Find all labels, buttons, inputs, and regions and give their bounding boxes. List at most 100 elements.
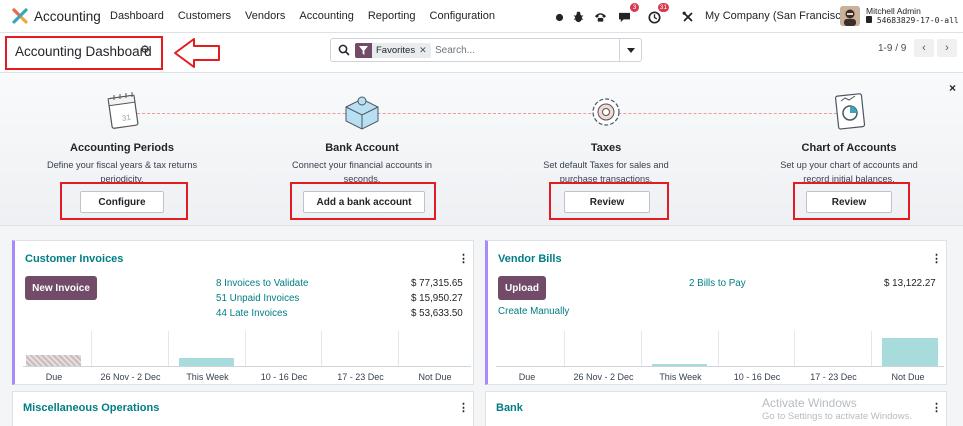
user-avatar[interactable]	[840, 6, 860, 26]
menu-item-reporting[interactable]: Reporting	[368, 10, 416, 22]
menu-item-customers[interactable]: Customers	[178, 10, 231, 22]
graph-label: 26 Nov - 2 Dec	[573, 372, 634, 382]
graph-label: Due	[45, 372, 63, 382]
status-dot-icon[interactable]	[553, 8, 565, 26]
tools-icon[interactable]	[680, 8, 696, 26]
user-name[interactable]: Mitchell Admin	[866, 6, 921, 16]
graph-column	[795, 331, 872, 366]
windows-watermark-title: Activate Windows	[762, 396, 857, 410]
onboarding-panel: × 31 Accounting Periods Define your fisc…	[0, 73, 963, 226]
search-facet-favorites[interactable]: Favorites ✕	[355, 43, 431, 58]
chevron-right-icon: ›	[945, 42, 949, 54]
accounting-app-icon[interactable]	[12, 8, 28, 24]
pager-value[interactable]: 1-9 / 9	[878, 43, 906, 54]
pager-next-button[interactable]: ›	[937, 39, 957, 57]
graph-bar-this-week	[652, 364, 707, 366]
close-onboarding-icon[interactable]: ×	[949, 81, 956, 95]
chart-of-accounts-illustration-icon	[834, 93, 866, 130]
pager-previous-button[interactable]: ‹	[914, 39, 934, 57]
bug-icon[interactable]	[571, 8, 585, 26]
customer-invoices-title[interactable]: Customer Invoices	[25, 253, 123, 265]
chevron-left-icon: ‹	[922, 42, 926, 54]
messages-badge: 3	[630, 3, 639, 12]
windows-watermark-subtitle: Go to Settings to activate Windows.	[762, 411, 912, 422]
step-title: Accounting Periods	[70, 142, 174, 154]
bills-to-pay-amount: $ 13,122.27	[884, 278, 936, 289]
menu-item-configuration[interactable]: Configuration	[430, 10, 495, 22]
search-bar: Favorites ✕	[330, 38, 642, 62]
chart-of-accounts-review-button[interactable]: Review	[806, 191, 892, 213]
activities-clock-icon[interactable]: 31	[646, 3, 669, 26]
misc-operations-title[interactable]: Miscellaneous Operations	[23, 402, 159, 414]
invoices-to-validate-link[interactable]: 8 Invoices to Validate	[216, 278, 308, 289]
graph-label: 17 - 23 Dec	[337, 372, 384, 382]
app-name[interactable]: Accounting	[34, 9, 101, 24]
menu-item-dashboard[interactable]: Dashboard	[110, 10, 164, 22]
invoices-to-validate-amount: $ 77,315.65	[411, 278, 463, 289]
step-title: Bank Account	[325, 142, 399, 154]
upload-button[interactable]: Upload	[498, 276, 546, 300]
customer-invoices-graph[interactable]	[23, 331, 471, 367]
graph-bar-this-week	[179, 358, 234, 366]
late-invoices-link[interactable]: 44 Late Invoices	[216, 308, 287, 319]
graph-column	[92, 331, 169, 366]
graph-label: 17 - 23 Dec	[810, 372, 857, 382]
new-invoice-button[interactable]: New Invoice	[25, 276, 97, 300]
create-manually-link[interactable]: Create Manually	[498, 306, 569, 317]
database-icon	[866, 16, 872, 23]
card-options-kebab-icon[interactable]: ⋮	[931, 401, 942, 414]
unpaid-invoices-link[interactable]: 51 Unpaid Invoices	[216, 293, 299, 304]
card-options-kebab-icon[interactable]: ⋮	[458, 252, 469, 265]
add-bank-account-button[interactable]: Add a bank account	[303, 191, 425, 213]
graph-label: 26 Nov - 2 Dec	[100, 372, 161, 382]
database-name: 54683829-17-0-all	[866, 16, 959, 25]
facet-label: Favorites	[376, 45, 416, 56]
search-options-toggle[interactable]	[619, 39, 641, 61]
graph-column	[719, 331, 795, 366]
facet-remove-icon[interactable]: ✕	[419, 45, 431, 56]
search-icon[interactable]	[338, 44, 350, 56]
vendor-bills-graph[interactable]	[496, 331, 944, 367]
card-options-kebab-icon[interactable]: ⋮	[458, 401, 469, 414]
menu-item-vendors[interactable]: Vendors	[245, 10, 285, 22]
misc-operations-card: Miscellaneous Operations ⋮	[12, 391, 474, 426]
activities-badge: 31	[657, 3, 669, 12]
bills-to-pay-link[interactable]: 2 Bills to Pay	[689, 278, 746, 289]
company-switcher[interactable]: My Company (San Francisco)	[705, 10, 851, 22]
graph-label: 10 - 16 Dec	[260, 372, 308, 382]
page-title: Accounting Dashboard	[15, 44, 152, 59]
graph-column	[642, 331, 719, 366]
menu-item-accounting[interactable]: Accounting	[299, 10, 353, 22]
graph-label: This Week	[659, 372, 702, 382]
vendor-bills-title[interactable]: Vendor Bills	[498, 253, 562, 265]
svg-text:31: 31	[121, 113, 132, 123]
card-options-kebab-icon[interactable]: ⋮	[931, 252, 942, 265]
bank-title[interactable]: Bank	[496, 402, 523, 414]
step-title: Chart of Accounts	[801, 142, 897, 154]
graph-label: 10 - 16 Dec	[733, 372, 781, 382]
top-navbar: Accounting Dashboard Customers Vendors A…	[0, 0, 963, 33]
customer-invoices-card: Customer Invoices ⋮ New Invoice 8 Invoic…	[12, 240, 474, 385]
late-invoices-amount: $ 53,633.50	[411, 308, 463, 319]
vendor-bills-card: Vendor Bills ⋮ Upload Create Manually 2 …	[485, 240, 947, 385]
configure-button[interactable]: Configure	[80, 191, 164, 213]
calendar-illustration-icon: 31	[107, 92, 139, 129]
graph-column	[565, 331, 642, 366]
graph-column	[322, 331, 399, 366]
control-panel: Accounting Dashboard ⚙ Favorites ✕ 1-9 /…	[0, 33, 963, 73]
graph-column	[496, 331, 565, 366]
caret-down-icon	[626, 47, 635, 53]
step-title: Taxes	[590, 142, 622, 154]
graph-bar-due	[26, 355, 81, 366]
database-label: 54683829-17-0-all	[876, 16, 959, 25]
graph-label: Not Due	[418, 372, 452, 382]
messages-icon[interactable]: 3	[616, 3, 639, 26]
graph-label: Not Due	[891, 372, 925, 382]
red-arrow-annotation	[174, 38, 220, 68]
taxes-review-button[interactable]: Review	[564, 191, 650, 213]
search-input[interactable]	[435, 43, 615, 58]
bank-puzzle-illustration-icon	[345, 96, 379, 130]
gear-icon[interactable]: ⚙	[140, 43, 150, 56]
phone-icon[interactable]	[592, 8, 608, 26]
main-menu: Dashboard Customers Vendors Accounting R…	[110, 10, 509, 22]
